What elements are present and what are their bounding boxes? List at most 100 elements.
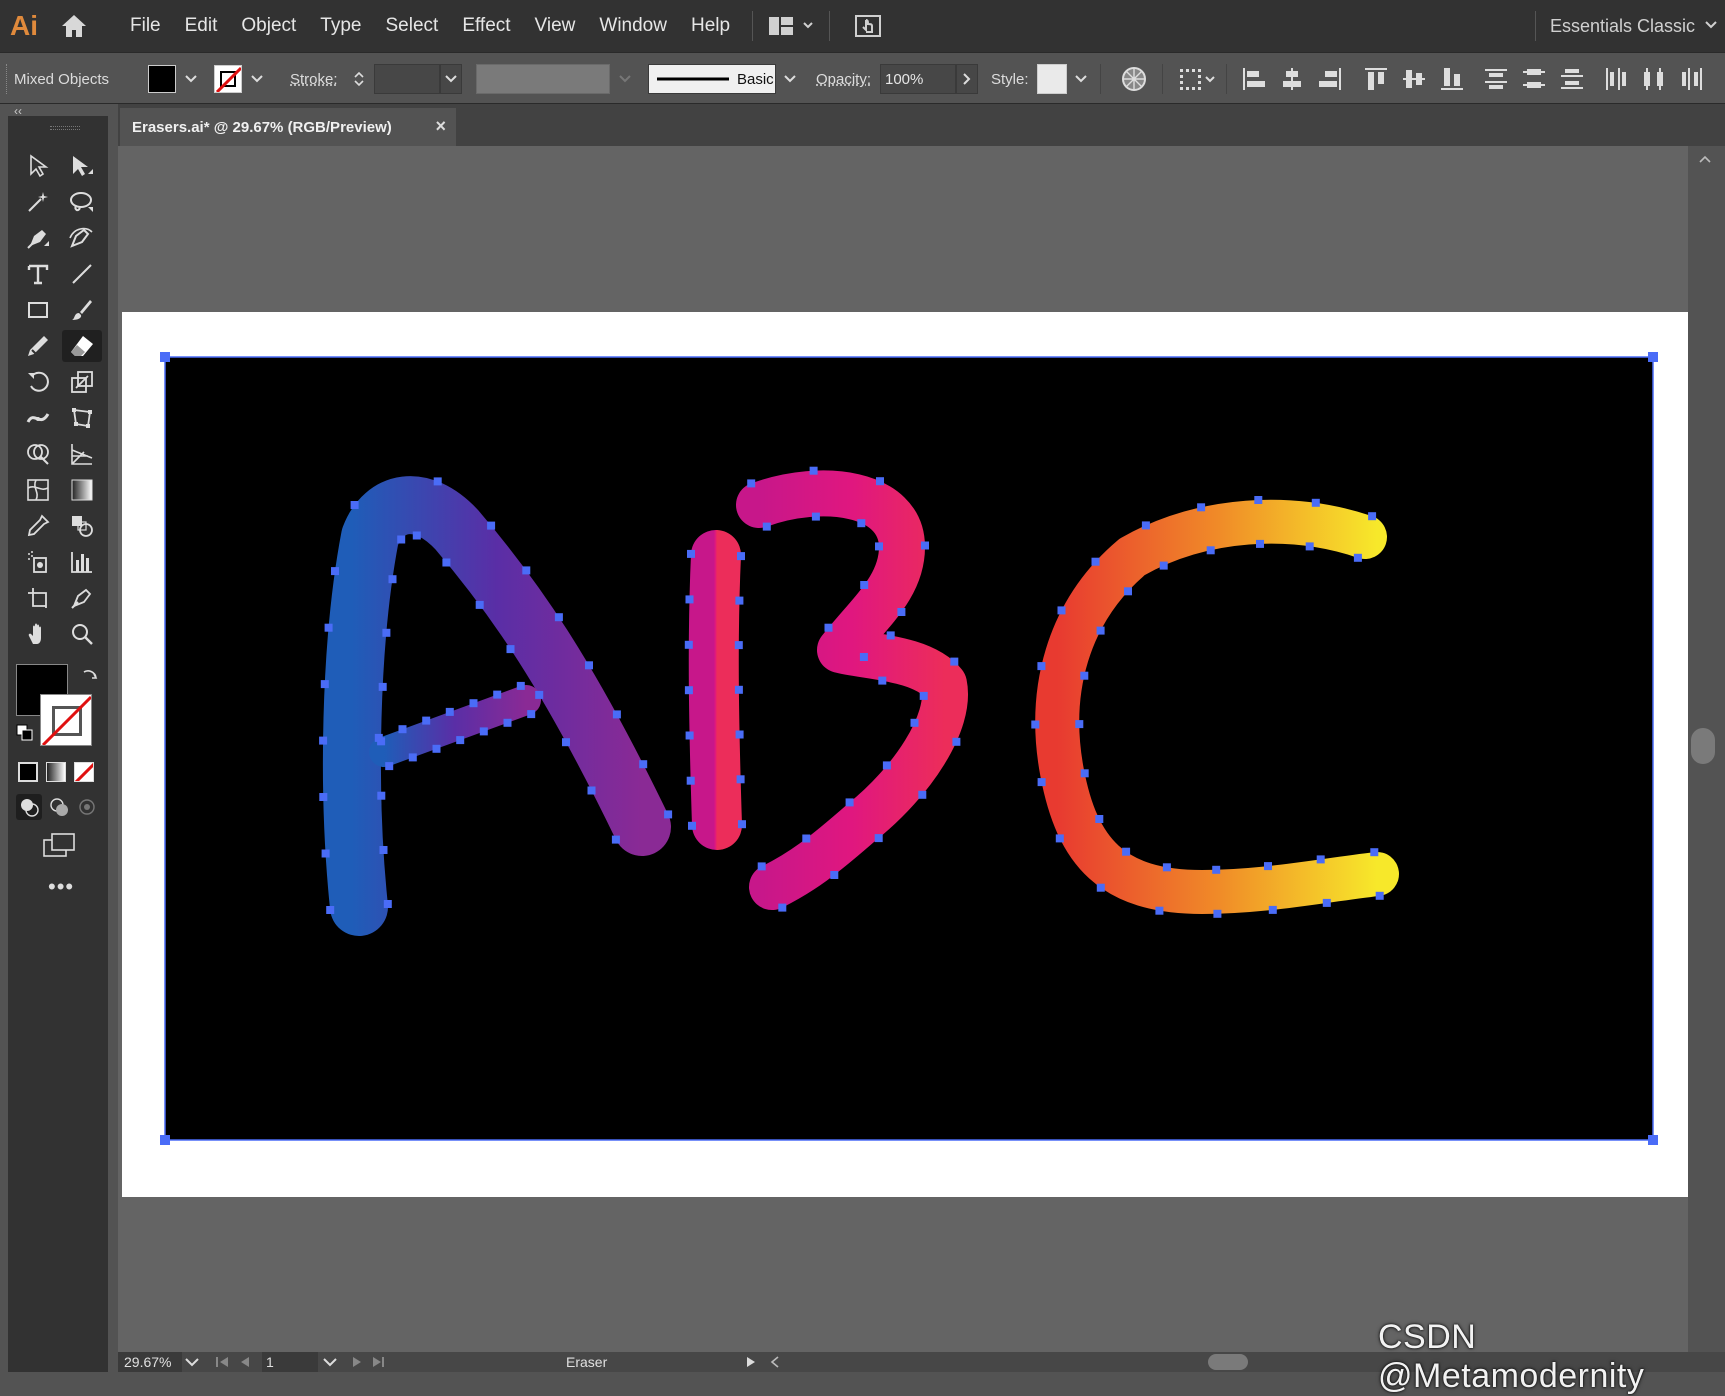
scroll-left-icon[interactable] bbox=[768, 1355, 782, 1369]
stroke-label[interactable]: Stroke: bbox=[290, 53, 338, 105]
free-transform-tool-icon[interactable] bbox=[62, 402, 102, 434]
align-left-button[interactable] bbox=[1236, 61, 1272, 97]
draw-inside-button[interactable] bbox=[74, 794, 100, 820]
distribute-right-button[interactable] bbox=[1674, 61, 1710, 97]
distribute-vertical-center-button[interactable] bbox=[1516, 61, 1552, 97]
graphic-style-swatch[interactable] bbox=[1037, 64, 1067, 94]
hand-tool-icon[interactable] bbox=[18, 618, 58, 650]
pen-tool-icon[interactable] bbox=[18, 222, 58, 254]
menu-object[interactable]: Object bbox=[229, 0, 308, 52]
rotate-tool-icon[interactable] bbox=[18, 366, 58, 398]
align-right-button[interactable] bbox=[1312, 61, 1348, 97]
vertical-scroll-thumb[interactable] bbox=[1691, 728, 1715, 764]
align-vertical-center-button[interactable] bbox=[1396, 61, 1432, 97]
close-icon[interactable]: × bbox=[435, 116, 446, 137]
menu-file[interactable]: File bbox=[118, 0, 173, 52]
menu-select[interactable]: Select bbox=[374, 0, 451, 52]
stroke-dropdown[interactable] bbox=[246, 64, 268, 94]
stroke-weight-field[interactable] bbox=[374, 64, 440, 94]
default-fill-stroke-icon[interactable] bbox=[16, 724, 34, 742]
previous-artboard-icon[interactable] bbox=[238, 1355, 252, 1369]
distribute-top-button[interactable] bbox=[1478, 61, 1514, 97]
menu-effect[interactable]: Effect bbox=[450, 0, 522, 52]
line-segment-tool-icon[interactable] bbox=[62, 258, 102, 290]
last-artboard-icon[interactable] bbox=[370, 1355, 388, 1369]
brush-definition-field[interactable]: Basic bbox=[648, 64, 776, 94]
artboard-tool-icon[interactable] bbox=[18, 582, 58, 614]
shape-builder-tool-icon[interactable] bbox=[18, 438, 58, 470]
distribute-bottom-button[interactable] bbox=[1554, 61, 1590, 97]
workspace-switcher[interactable]: Essentials Classic bbox=[1534, 0, 1695, 52]
fill-dropdown[interactable] bbox=[180, 64, 202, 94]
screen-mode-icon[interactable] bbox=[42, 832, 76, 858]
panel-grip[interactable] bbox=[50, 126, 80, 130]
rectangle-tool-icon[interactable] bbox=[18, 294, 58, 326]
align-top-button[interactable] bbox=[1358, 61, 1394, 97]
menu-edit[interactable]: Edit bbox=[173, 0, 230, 52]
eraser-tool-icon[interactable] bbox=[62, 330, 102, 362]
touch-workspace-button[interactable] bbox=[840, 6, 896, 46]
align-horizontal-center-button[interactable] bbox=[1274, 61, 1310, 97]
selection-tool-icon[interactable] bbox=[18, 150, 58, 182]
menu-type[interactable]: Type bbox=[308, 0, 373, 52]
stroke-color-box[interactable] bbox=[40, 694, 92, 746]
gradient-mode-button[interactable] bbox=[46, 762, 66, 782]
stroke-swatch[interactable] bbox=[214, 65, 242, 93]
transform-grid-button[interactable] bbox=[1176, 61, 1220, 97]
width-tool-icon[interactable] bbox=[18, 402, 58, 434]
opacity-expand-button[interactable] bbox=[956, 64, 978, 94]
artboard-number-field[interactable]: 1 bbox=[262, 1352, 318, 1372]
scale-tool-icon[interactable] bbox=[62, 366, 102, 398]
edit-toolbar-icon[interactable]: ••• bbox=[48, 874, 74, 900]
zoom-field[interactable]: 29.67% bbox=[118, 1352, 182, 1372]
graphic-style-dropdown[interactable] bbox=[1070, 64, 1092, 94]
eyedropper-tool-icon[interactable] bbox=[18, 510, 58, 542]
none-mode-button[interactable] bbox=[74, 762, 94, 782]
paintbrush-tool-icon[interactable] bbox=[62, 294, 102, 326]
mesh-tool-icon[interactable] bbox=[18, 474, 58, 506]
opacity-field[interactable]: 100% bbox=[880, 64, 956, 94]
horizontal-scroll-thumb[interactable] bbox=[1208, 1354, 1248, 1370]
brush-dropdown[interactable] bbox=[779, 64, 801, 94]
chevron-down-icon[interactable] bbox=[320, 1355, 340, 1369]
lasso-tool-icon[interactable] bbox=[62, 186, 102, 218]
arrange-documents-button[interactable] bbox=[763, 6, 819, 46]
distribute-horizontal-center-button[interactable] bbox=[1636, 61, 1672, 97]
home-button[interactable] bbox=[48, 0, 100, 52]
curvature-tool-icon[interactable] bbox=[62, 222, 102, 254]
scroll-up-icon[interactable] bbox=[1698, 154, 1712, 164]
recolor-artwork-button[interactable] bbox=[1116, 61, 1152, 97]
gradient-tool-icon[interactable] bbox=[62, 474, 102, 506]
align-bottom-button[interactable] bbox=[1434, 61, 1470, 97]
magic-wand-tool-icon[interactable] bbox=[18, 186, 58, 218]
draw-normal-button[interactable] bbox=[16, 794, 42, 820]
first-artboard-icon[interactable] bbox=[214, 1355, 232, 1369]
menu-view[interactable]: View bbox=[523, 0, 588, 52]
symbol-sprayer-tool-icon[interactable] bbox=[18, 546, 58, 578]
chevron-down-icon[interactable] bbox=[1703, 18, 1719, 32]
variable-width-profile[interactable] bbox=[476, 64, 610, 94]
status-menu-icon[interactable] bbox=[744, 1355, 758, 1369]
stroke-stepper[interactable] bbox=[348, 64, 370, 94]
type-tool-icon[interactable] bbox=[18, 258, 58, 290]
artboard[interactable] bbox=[122, 312, 1689, 1197]
chevron-down-icon[interactable] bbox=[182, 1355, 202, 1369]
swap-fill-stroke-icon[interactable] bbox=[80, 666, 100, 686]
distribute-left-button[interactable] bbox=[1598, 61, 1634, 97]
slice-tool-icon[interactable] bbox=[62, 582, 102, 614]
shaper-tool-icon[interactable] bbox=[18, 330, 58, 362]
color-mode-button[interactable] bbox=[18, 762, 38, 782]
fill-swatch[interactable] bbox=[148, 65, 176, 93]
menu-help[interactable]: Help bbox=[679, 0, 742, 52]
direct-selection-tool-icon[interactable] bbox=[62, 150, 102, 182]
zoom-tool-icon[interactable] bbox=[62, 618, 102, 650]
stroke-weight-dropdown[interactable] bbox=[440, 64, 462, 94]
perspective-grid-tool-icon[interactable] bbox=[62, 438, 102, 470]
document-tab[interactable]: Erasers.ai* @ 29.67% (RGB/Preview) × bbox=[120, 108, 456, 146]
column-graph-tool-icon[interactable] bbox=[62, 546, 102, 578]
draw-behind-button[interactable] bbox=[46, 794, 72, 820]
blend-tool-icon[interactable] bbox=[62, 510, 102, 542]
opacity-label[interactable]: Opacity: bbox=[816, 53, 871, 105]
next-artboard-icon[interactable] bbox=[350, 1355, 364, 1369]
menu-window[interactable]: Window bbox=[587, 0, 679, 52]
